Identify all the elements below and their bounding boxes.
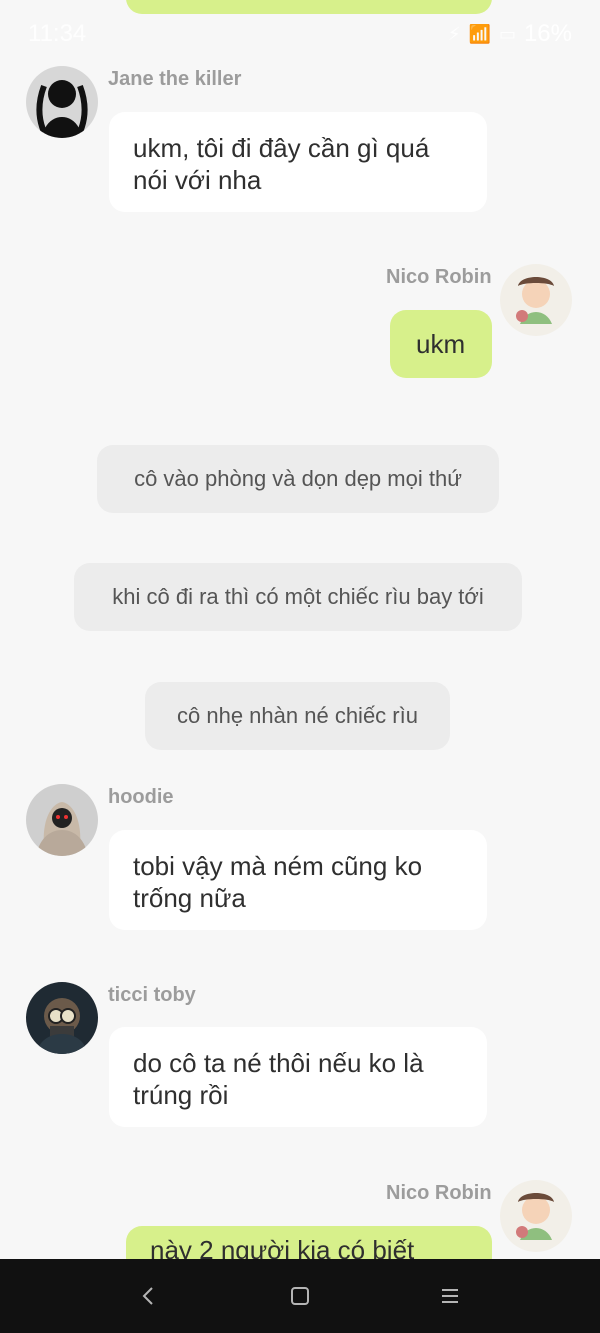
avatar-jane[interactable] bbox=[26, 66, 98, 138]
wifi-icon: 📶 bbox=[468, 23, 491, 44]
narration-bubble: khi cô đi ra thì có một chiếc rìu bay tớ… bbox=[74, 563, 522, 631]
message-text: do cô ta né thôi nếu ko là trúng rồi bbox=[133, 1048, 424, 1110]
sender-name: Nico Robin bbox=[386, 1182, 492, 1204]
message-text: ukm bbox=[416, 329, 466, 359]
sender-name: ticci toby bbox=[108, 984, 196, 1006]
status-indicators: ⚡ 📶 ▭ 16% bbox=[448, 20, 572, 48]
sender-name: Nico Robin bbox=[386, 266, 492, 288]
narration-bubble: cô nhẹ nhàn né chiếc rìu bbox=[145, 682, 450, 750]
sender-name: hoodie bbox=[108, 786, 174, 808]
avatar-ticci-toby[interactable] bbox=[26, 982, 98, 1054]
status-time: 11:34 bbox=[28, 20, 87, 47]
narration-text: cô nhẹ nhàn né chiếc rìu bbox=[177, 703, 418, 728]
message-bubble[interactable]: ukm bbox=[390, 310, 492, 378]
message-text: ukm, tôi đi đây cần gì quá nói với nha bbox=[133, 133, 430, 195]
back-icon[interactable] bbox=[136, 1284, 160, 1308]
message-bubble[interactable]: ukm, tôi đi đây cần gì quá nói với nha bbox=[109, 112, 487, 212]
message-bubble[interactable]: tobi vậy mà ném cũng ko trống nữa bbox=[109, 830, 487, 930]
message-text: tobi vậy mà ném cũng ko trống nữa bbox=[133, 851, 423, 913]
status-bar: 11:34 ⚡ 📶 ▭ 16% bbox=[0, 0, 600, 68]
narration-bubble: cô vào phòng và dọn dẹp mọi thứ bbox=[97, 445, 499, 513]
home-icon[interactable] bbox=[288, 1284, 312, 1308]
avatar-hoodie[interactable] bbox=[26, 784, 98, 856]
avatar-nico-robin[interactable] bbox=[500, 1180, 572, 1252]
message-bubble[interactable]: do cô ta né thôi nếu ko là trúng rồi bbox=[109, 1027, 487, 1127]
narration-text: cô vào phòng và dọn dẹp mọi thứ bbox=[134, 466, 462, 491]
flash-icon: ⚡ bbox=[447, 23, 461, 44]
avatar-nico-robin[interactable] bbox=[500, 264, 572, 336]
menu-icon[interactable] bbox=[438, 1284, 462, 1308]
battery-icon: ▭ bbox=[498, 23, 516, 44]
battery-level: 16% bbox=[523, 20, 572, 47]
sender-name: Jane the killer bbox=[108, 68, 242, 90]
navigation-bar bbox=[0, 1259, 600, 1333]
narration-text: khi cô đi ra thì có một chiếc rìu bay tớ… bbox=[112, 584, 484, 609]
